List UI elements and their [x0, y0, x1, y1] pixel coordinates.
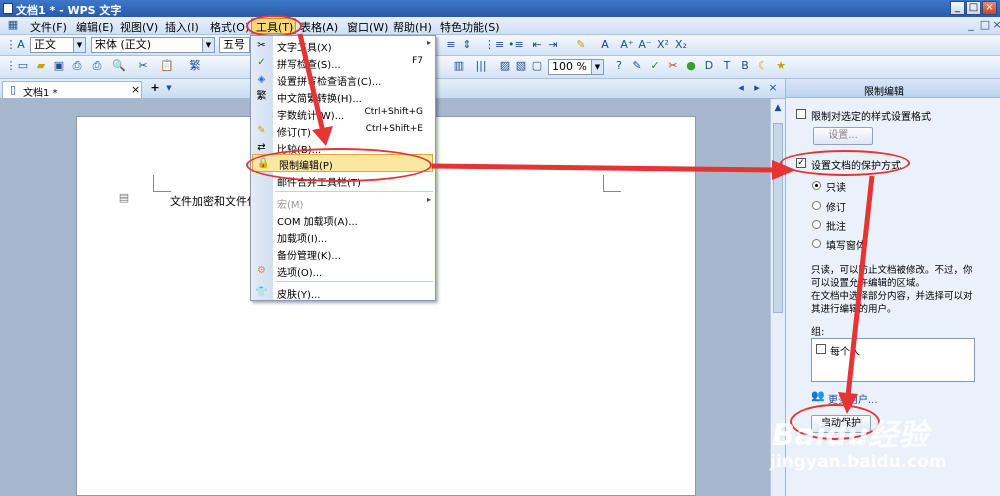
watermark-brand: Baidu经验 [772, 418, 929, 453]
watermark-url: jingyan.baidu.com [770, 452, 947, 472]
arrow-head [312, 126, 333, 146]
arrow-head [772, 160, 796, 180]
arrow-line [431, 163, 779, 173]
arrow-line [297, 33, 326, 133]
arrow-line [845, 175, 875, 397]
